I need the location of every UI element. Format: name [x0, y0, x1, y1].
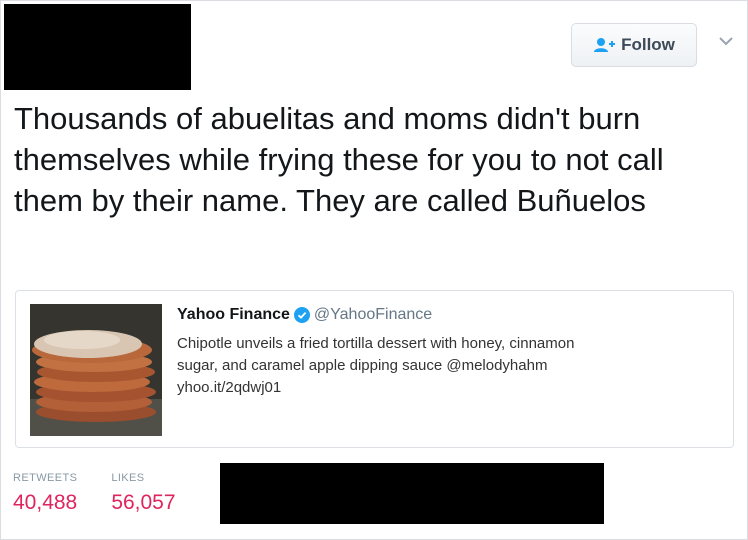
verified-badge-icon — [293, 307, 310, 323]
quoted-tweet[interactable]: Yahoo Finance @YahooFinance Chipotle unv… — [15, 290, 734, 448]
quoted-body-line: Chipotle unveils a fried tortilla desser… — [177, 335, 575, 352]
stack-of-bunuelos-image — [30, 304, 162, 436]
follow-user-icon — [594, 38, 616, 52]
likes-stat[interactable]: LIKES 56,057 — [111, 471, 175, 517]
tweet-text: Thousands of abuelitas and moms didn't b… — [14, 101, 664, 218]
quoted-author: Yahoo Finance @YahooFinance — [177, 305, 432, 325]
quoted-author-handle[interactable]: @YahooFinance — [314, 305, 432, 325]
likes-label: LIKES — [111, 472, 145, 484]
redacted-avatars — [220, 463, 604, 524]
quoted-tweet-body: Chipotle unveils a fried tortilla desser… — [177, 333, 697, 399]
redacted-user-header — [4, 4, 191, 90]
tweet-card: Follow Thousands of abuelitas and moms d… — [0, 0, 748, 540]
tweet-stats: RETWEETS 40,488 LIKES 56,057 — [13, 471, 176, 517]
quoted-body-line: sugar, and caramel apple dipping sauce @… — [177, 357, 548, 374]
likes-count: 56,057 — [111, 491, 176, 514]
chevron-down-icon[interactable] — [718, 35, 734, 47]
quoted-author-name[interactable]: Yahoo Finance — [177, 305, 290, 325]
retweets-label: RETWEETS — [13, 472, 78, 484]
retweets-stat[interactable]: RETWEETS 40,488 — [13, 471, 77, 517]
retweets-count: 40,488 — [13, 491, 78, 514]
follow-button-label: Follow — [621, 35, 675, 54]
quoted-link[interactable]: yhoo.it/2qdwj01 — [177, 377, 697, 399]
follow-button[interactable]: Follow — [571, 23, 697, 67]
